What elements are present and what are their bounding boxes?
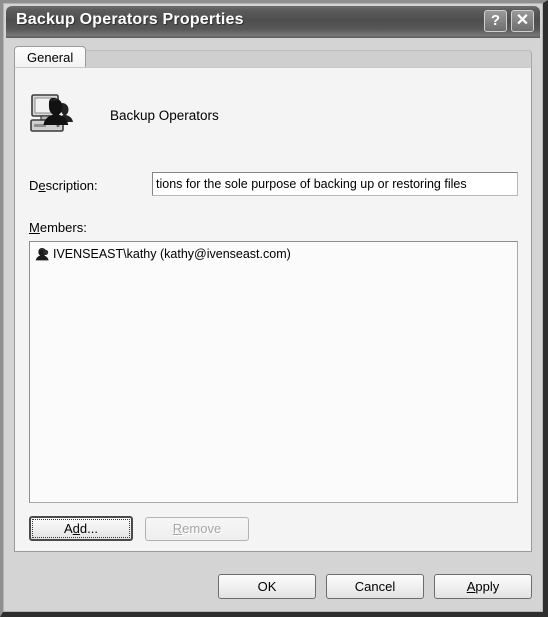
group-header: Backup Operators [29, 93, 219, 137]
members-label-accel: M [29, 220, 40, 235]
add-button-suffix: d... [79, 521, 98, 536]
description-label-prefix: D [29, 178, 39, 193]
add-button[interactable]: Add... [29, 516, 133, 541]
description-input[interactable]: tions for the sole purpose of backing up… [152, 172, 518, 196]
group-name: Backup Operators [110, 107, 219, 123]
apply-button[interactable]: Apply [434, 574, 532, 599]
ok-button[interactable]: OK [218, 574, 316, 599]
remove-button-accel: R [172, 521, 183, 536]
members-list[interactable]: IVENSEAST\kathy (kathy@ivenseast.com) [29, 241, 518, 503]
dialog-window-inner: Backup Operators Properties ? ✕ General [3, 3, 543, 612]
description-label: Description: [29, 178, 98, 193]
window-title: Backup Operators Properties [16, 11, 244, 28]
apply-button-suffix: pply [475, 579, 500, 594]
add-button-prefix: A [64, 521, 73, 536]
list-item[interactable]: IVENSEAST\kathy (kathy@ivenseast.com) [30, 242, 517, 264]
help-icon[interactable]: ? [484, 10, 507, 32]
list-item-label: IVENSEAST\kathy (kathy@ivenseast.com) [53, 247, 291, 261]
description-label-accel: e [38, 178, 46, 193]
title-bar[interactable]: Backup Operators Properties ? ✕ [6, 6, 540, 38]
title-bar-buttons: ? ✕ [484, 10, 534, 32]
add-button-accel: d [72, 521, 80, 536]
tab-strip: General [14, 46, 532, 69]
close-icon[interactable]: ✕ [511, 10, 534, 32]
tab-general[interactable]: General [14, 46, 87, 68]
group-computer-icon [29, 93, 75, 137]
tab-panel-general: Backup Operators Description: tions for … [14, 67, 532, 552]
members-label-suffix: embers: [39, 220, 87, 235]
description-label-suffix: scription: [45, 178, 98, 193]
cancel-button[interactable]: Cancel [326, 574, 424, 599]
user-icon [34, 246, 50, 262]
dialog-footer: OK Cancel Apply [4, 562, 542, 602]
remove-button: Remove [145, 517, 249, 541]
members-label: Members: [29, 220, 87, 235]
remove-button-suffix: emove [182, 521, 222, 536]
dialog-window: Backup Operators Properties ? ✕ General [0, 0, 548, 617]
